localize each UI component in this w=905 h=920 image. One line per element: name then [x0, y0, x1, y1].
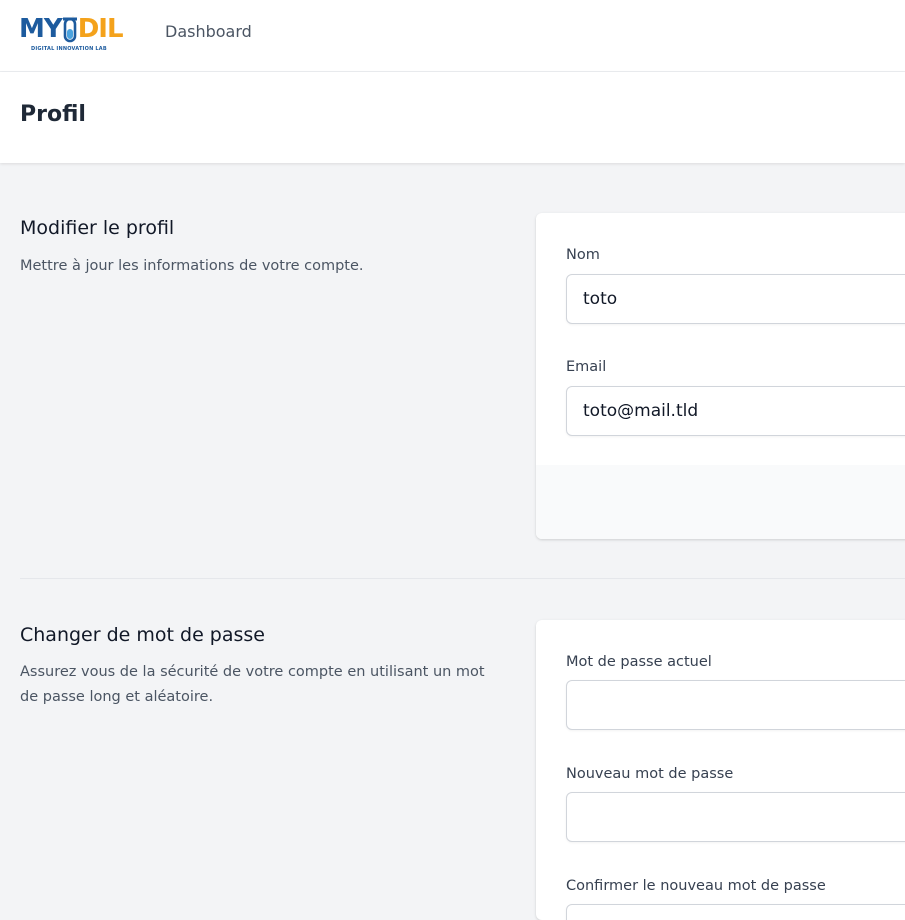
email-input[interactable] — [566, 386, 905, 436]
logo-text-my: MY — [19, 14, 62, 44]
mydil-logo[interactable]: MY DIL DIGITAL INNOVATION LAB — [19, 10, 113, 58]
confirm-password-input[interactable] — [566, 904, 905, 920]
test-tube-icon — [62, 16, 78, 44]
profile-section-description: Mettre à jour les informations de votre … — [20, 254, 490, 279]
new-password-label: Nouveau mot de passe — [566, 766, 733, 782]
logo-subtitle: DIGITAL INNOVATION LAB — [31, 46, 107, 52]
nav-dashboard-link[interactable]: Dashboard — [165, 22, 252, 41]
name-input[interactable] — [566, 274, 905, 324]
profile-form-card: Nom Email — [536, 213, 905, 539]
name-label: Nom — [566, 247, 600, 263]
top-navbar: MY DIL DIGITAL INNOVATION LAB Dashboard — [0, 0, 905, 72]
logo-wordmark: MY DIL — [19, 14, 123, 44]
profile-form-footer — [536, 465, 905, 539]
section-divider — [20, 578, 905, 579]
password-section-title: Changer de mot de passe — [20, 624, 265, 646]
confirm-password-label: Confirmer le nouveau mot de passe — [566, 878, 826, 894]
password-section-description: Assurez vous de la sécurité de votre com… — [20, 660, 490, 710]
profile-section-title: Modifier le profil — [20, 217, 174, 239]
current-password-input[interactable] — [566, 680, 905, 730]
page-header: Profil — [0, 72, 905, 163]
new-password-input[interactable] — [566, 792, 905, 842]
email-label: Email — [566, 359, 606, 375]
current-password-label: Mot de passe actuel — [566, 654, 712, 670]
page-title: Profil — [20, 102, 86, 127]
password-form-card: Mot de passe actuel Nouveau mot de passe… — [536, 620, 905, 920]
logo-text-dil: DIL — [78, 14, 123, 44]
